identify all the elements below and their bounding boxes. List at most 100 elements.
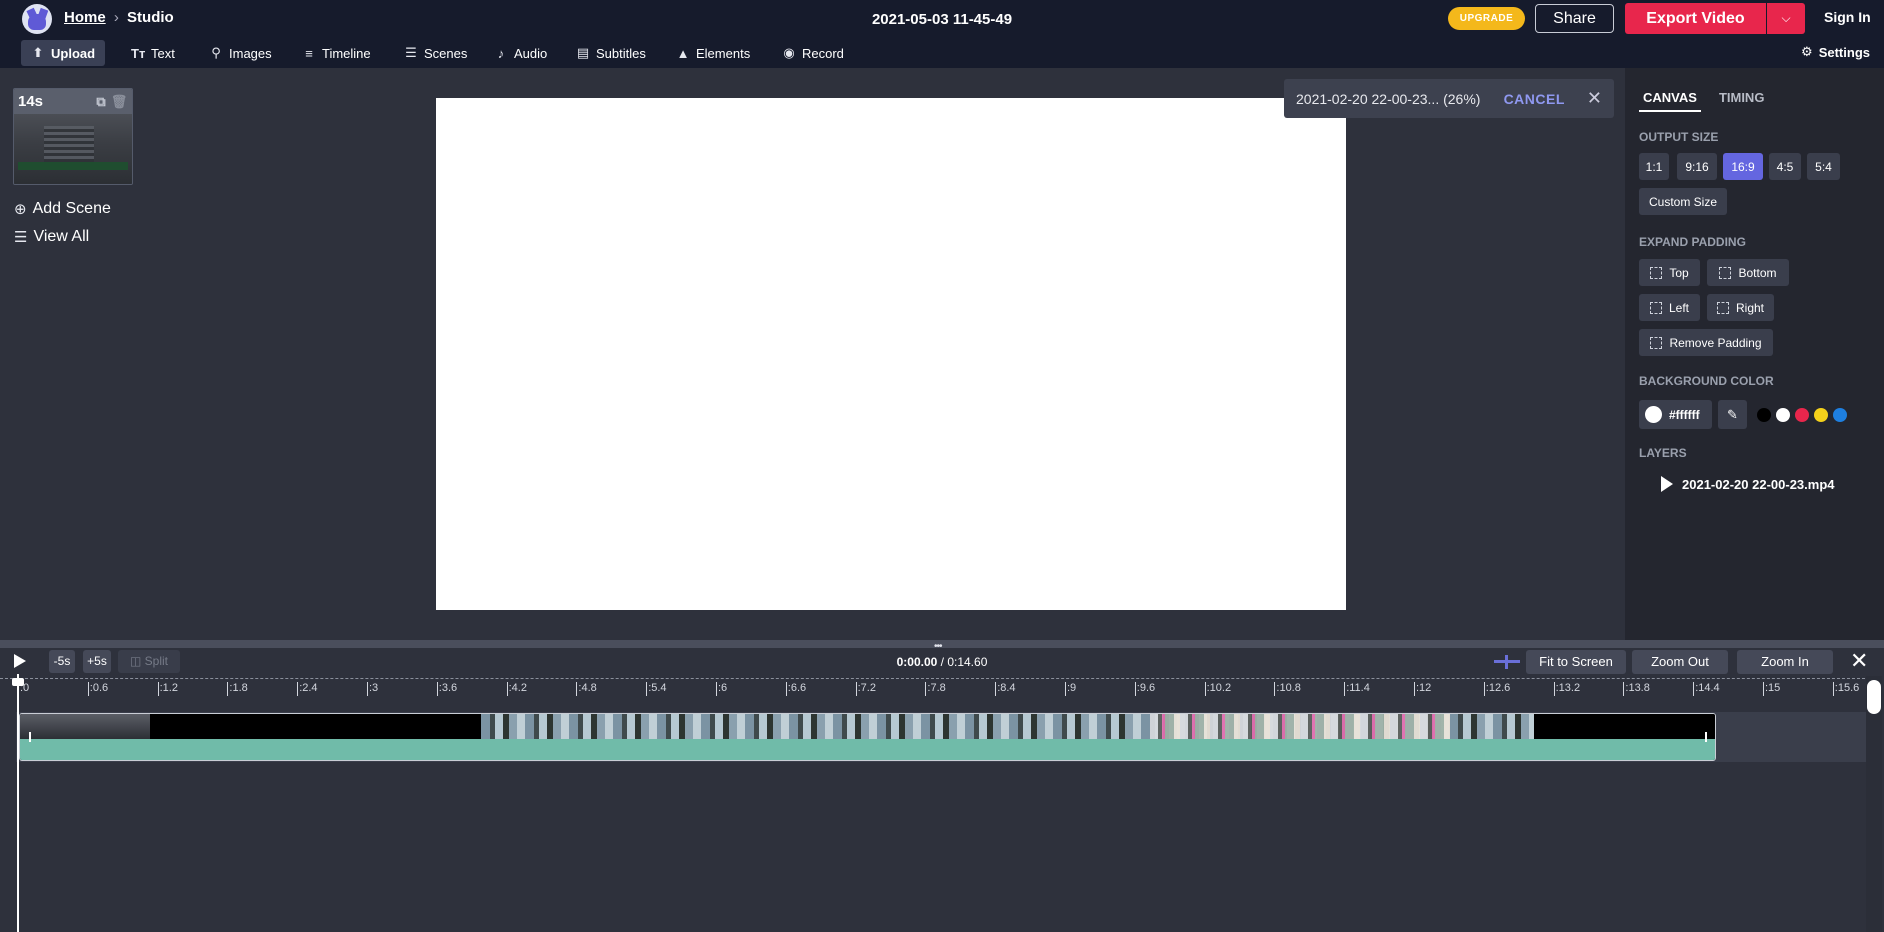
zoom-out-button[interactable]: Zoom Out bbox=[1632, 650, 1728, 674]
settings-label: Settings bbox=[1818, 44, 1870, 60]
padding-box-icon bbox=[1716, 301, 1729, 314]
output-size-heading: OUTPUT SIZE bbox=[1639, 130, 1719, 144]
properties-panel: CANVAS TIMING OUTPUT SIZE 1:1 9:16 16:9 … bbox=[1625, 68, 1884, 640]
sign-in-link[interactable]: Sign In bbox=[1824, 9, 1871, 25]
add-scene-button[interactable]: ⊕ Add Scene bbox=[14, 200, 111, 218]
ruler-tick-label: :11.4 bbox=[1344, 682, 1370, 696]
ratio-5-4-button[interactable]: 5:4 bbox=[1807, 153, 1840, 180]
ratio-9-16-button[interactable]: 9:16 bbox=[1677, 153, 1717, 180]
ruler-tick-label: :6.6 bbox=[785, 682, 807, 696]
padding-bottom-label: Bottom bbox=[1738, 265, 1777, 280]
scene-card[interactable]: 14s ⧉ 🗑 bbox=[13, 88, 133, 185]
timeline-icon: ≡ bbox=[305, 45, 313, 61]
scene-thumbnail[interactable] bbox=[14, 114, 132, 184]
video-canvas[interactable] bbox=[436, 98, 1346, 610]
padding-bottom-button[interactable]: Bottom bbox=[1707, 259, 1789, 286]
eyedropper-icon[interactable]: ✎ bbox=[1718, 400, 1747, 429]
ruler-tick-label: :12.6 bbox=[1483, 682, 1511, 696]
padding-right-button[interactable]: Right bbox=[1707, 294, 1774, 321]
remove-padding-button[interactable]: Remove Padding bbox=[1639, 329, 1773, 356]
ratio-4-5-button[interactable]: 4:5 bbox=[1769, 153, 1801, 180]
fit-to-screen-button[interactable]: Fit to Screen bbox=[1526, 650, 1626, 674]
swatch-red[interactable] bbox=[1795, 407, 1809, 422]
breadcrumb-separator: › bbox=[113, 9, 119, 26]
clip-trim-handle-left[interactable] bbox=[29, 732, 31, 742]
toolbar-audio[interactable]: ♪ Audio bbox=[484, 40, 557, 66]
padding-box-icon bbox=[1650, 336, 1663, 349]
duplicate-icon[interactable]: ⧉ bbox=[92, 94, 110, 110]
layers-heading: LAYERS bbox=[1639, 446, 1687, 460]
timeline-scrollbar[interactable] bbox=[1866, 676, 1882, 932]
clip-trim-handle-right[interactable] bbox=[1705, 732, 1707, 742]
settings-button[interactable]: ⚙ Settings bbox=[1801, 44, 1870, 60]
zoom-in-button[interactable]: Zoom In bbox=[1737, 650, 1833, 674]
swatch-black[interactable] bbox=[1757, 407, 1771, 422]
ruler-tick-label: :2.4 bbox=[297, 682, 318, 696]
export-options-button[interactable]: ⌵ bbox=[1767, 3, 1805, 34]
padding-left-button[interactable]: Left bbox=[1639, 294, 1700, 321]
ratio-1-1-button[interactable]: 1:1 bbox=[1639, 153, 1669, 180]
total-time: 0:14.60 bbox=[947, 655, 988, 669]
custom-size-button[interactable]: Custom Size bbox=[1639, 188, 1727, 215]
playhead-handle[interactable] bbox=[12, 678, 24, 686]
swatch-white[interactable] bbox=[1776, 407, 1790, 422]
ruler-tick-label: :8.4 bbox=[995, 682, 1016, 696]
scrollbar-thumb[interactable] bbox=[1867, 680, 1881, 714]
padding-top-button[interactable]: Top bbox=[1639, 259, 1700, 286]
padding-box-icon bbox=[1650, 266, 1663, 279]
close-icon[interactable]: ✕ bbox=[1587, 88, 1602, 109]
toolbar-text-label: Text bbox=[151, 45, 175, 61]
expand-padding-heading: EXPAND PADDING bbox=[1639, 235, 1746, 249]
ruler-tick-label: :9.6 bbox=[1134, 682, 1156, 696]
export-video-button[interactable]: Export Video bbox=[1625, 3, 1766, 34]
top-bar: Home › Studio 2021-05-03 11-45-49 UPGRAD… bbox=[0, 0, 1884, 68]
toolbar-scenes[interactable]: ☰ Scenes bbox=[394, 40, 477, 66]
toolbar-subtitles[interactable]: ▤ Subtitles bbox=[566, 40, 656, 66]
timeline-resize-handle[interactable]: ••• bbox=[0, 640, 1884, 652]
ruler-tick-label: :10.8 bbox=[1274, 682, 1301, 696]
playhead[interactable] bbox=[17, 674, 19, 932]
clip-audio-waveform bbox=[20, 739, 1715, 760]
background-color-value: #ffffff bbox=[1669, 407, 1700, 422]
view-all-button[interactable]: ☰ View All bbox=[14, 228, 89, 246]
scenes-panel: 14s ⧉ 🗑 ⊕ Add Scene ☰ View All bbox=[0, 68, 140, 640]
toolbar-scenes-label: Scenes bbox=[424, 45, 468, 61]
toolbar-audio-label: Audio bbox=[514, 45, 548, 61]
time-ruler[interactable]: :0:0.6:1.2:1.8:2.4:3:3.6:4.2:4.8:5.4:6:6… bbox=[0, 678, 1870, 700]
toolbar-timeline-label: Timeline bbox=[322, 45, 371, 61]
ruler-tick-label: :10.2 bbox=[1204, 682, 1232, 696]
ruler-tick-label: :3.6 bbox=[436, 682, 458, 696]
share-button[interactable]: Share bbox=[1535, 4, 1614, 33]
padding-box-icon bbox=[1719, 266, 1732, 279]
ruler-tick-label: :7.8 bbox=[925, 682, 946, 696]
swatch-blue[interactable] bbox=[1833, 407, 1847, 422]
background-color-picker[interactable]: #ffffff bbox=[1639, 400, 1712, 429]
play-icon[interactable] bbox=[1661, 476, 1673, 492]
ruler-tick-label: :1.8 bbox=[227, 682, 248, 696]
cancel-upload-button[interactable]: CANCEL bbox=[1504, 91, 1565, 107]
timeline-controls: -5s +5s ◫ Split 0:00.00 / 0:14.60 Fit to… bbox=[0, 648, 1884, 676]
ruler-tick-label: :12 bbox=[1413, 682, 1432, 696]
toolbar: ⬆ Upload Tт Text ⚲ Images ≡ Timeline ☰ S… bbox=[0, 38, 1884, 66]
toolbar-timeline[interactable]: ≡ Timeline bbox=[292, 40, 381, 66]
project-title[interactable]: 2021-05-03 11-45-49 bbox=[872, 11, 1012, 28]
snap-icon[interactable] bbox=[1494, 655, 1520, 669]
breadcrumb-home-link[interactable]: Home bbox=[64, 9, 106, 26]
layer-item[interactable]: 2021-02-20 22-00-23.mp4 bbox=[1661, 476, 1835, 492]
time-separator: / bbox=[937, 655, 948, 669]
toolbar-upload[interactable]: ⬆ Upload bbox=[21, 40, 106, 66]
toolbar-images[interactable]: ⚲ Images bbox=[199, 40, 282, 66]
toolbar-record[interactable]: ◉ Record bbox=[772, 40, 854, 66]
tab-canvas[interactable]: CANVAS bbox=[1639, 90, 1701, 112]
tab-timing[interactable]: TIMING bbox=[1715, 90, 1769, 112]
logo-icon[interactable] bbox=[22, 4, 52, 34]
close-icon[interactable]: ✕ bbox=[1850, 650, 1868, 672]
ratio-16-9-button[interactable]: 16:9 bbox=[1723, 153, 1763, 180]
toolbar-text[interactable]: Tт Text bbox=[121, 40, 185, 66]
breadcrumb-current: Studio bbox=[127, 9, 174, 26]
video-clip[interactable] bbox=[19, 713, 1716, 761]
trash-icon[interactable]: 🗑 bbox=[110, 94, 128, 110]
swatch-yellow[interactable] bbox=[1814, 407, 1828, 422]
toolbar-elements[interactable]: ▲ Elements bbox=[666, 40, 760, 66]
upgrade-button[interactable]: UPGRADE bbox=[1448, 7, 1525, 30]
